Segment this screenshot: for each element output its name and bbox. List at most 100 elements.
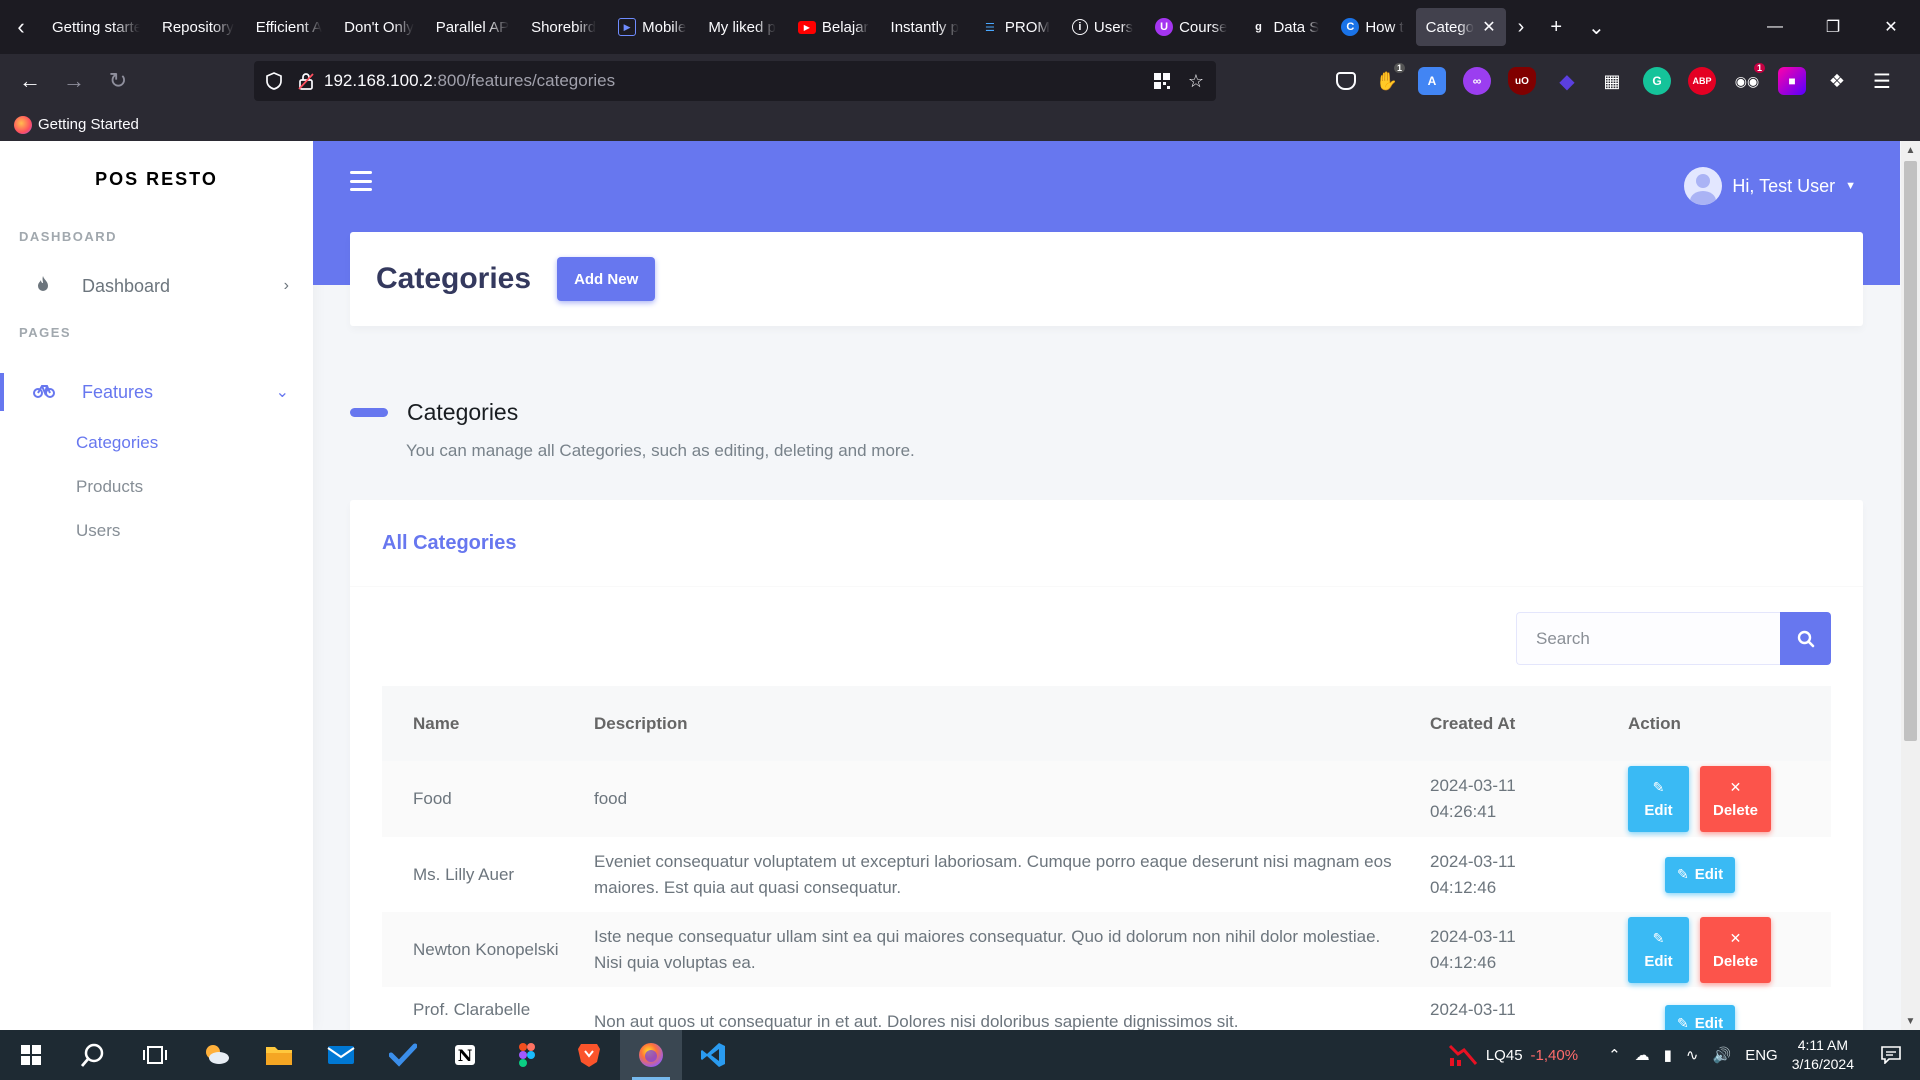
cell-name: Newton Konopelski [413, 939, 559, 959]
stock-widget[interactable]: LQ45 -1,40% [1448, 1042, 1578, 1068]
extension-diamond-icon[interactable]: ◆ [1553, 67, 1581, 95]
tab-label: Repository [162, 18, 234, 36]
battery-icon[interactable]: ▮ [1664, 1046, 1672, 1064]
adblock-plus-icon[interactable]: ABP [1688, 67, 1716, 95]
hamburger-menu-icon[interactable] [350, 171, 372, 191]
brand-logo[interactable]: POS RESTO [0, 141, 313, 217]
user-dropdown[interactable]: Hi, Test User ▼ [1684, 167, 1856, 205]
scroll-up-icon[interactable]: ▲ [1901, 141, 1920, 159]
extension-glasses-icon[interactable]: ◉◉ 1 [1733, 63, 1765, 95]
task-view-icon[interactable] [124, 1030, 186, 1080]
chevron-down-icon: ⌄ [275, 384, 289, 401]
apps-grid-icon[interactable]: ▦ [1598, 67, 1626, 95]
minimize-icon[interactable]: — [1746, 0, 1804, 54]
sidebar-subitem-categories[interactable]: Categories [0, 421, 313, 465]
extensions-puzzle-icon[interactable]: ❖ [1823, 67, 1851, 95]
notification-icon[interactable] [1876, 1046, 1906, 1064]
edit-icon: ✎ [1652, 779, 1665, 795]
edit-button[interactable]: ✎ Edit [1628, 766, 1689, 832]
browser-tab[interactable]: ▶ Mobile [608, 8, 696, 46]
browser-tab[interactable]: ☰ PROM [971, 8, 1060, 46]
ublock-icon[interactable]: uO [1508, 67, 1536, 95]
browser-tab[interactable]: ●Efficient A [246, 8, 332, 46]
edit-button[interactable]: ✎ Edit [1665, 1005, 1736, 1031]
restore-icon[interactable]: ❐ [1804, 0, 1862, 54]
cell-time: 04:12:46 [1430, 877, 1497, 897]
browser-tab[interactable]: i Users [1062, 8, 1143, 46]
delete-button[interactable]: ✕ Delete [1700, 916, 1771, 983]
browser-tab[interactable]: ●Repository [152, 8, 244, 46]
start-icon[interactable] [0, 1030, 62, 1080]
extension-gradient-icon[interactable]: ■ [1778, 67, 1806, 95]
insecure-lock-icon[interactable] [296, 71, 316, 91]
delete-button[interactable]: ✕ Delete [1700, 766, 1771, 832]
extension-purple-icon[interactable]: ∞ [1463, 67, 1491, 95]
stock-symbol: LQ45 [1485, 1046, 1523, 1064]
brave-icon[interactable] [558, 1030, 620, 1080]
chevron-up-icon[interactable]: ⌃ [1608, 1046, 1621, 1064]
todo-icon[interactable] [372, 1030, 434, 1080]
scroll-thumb[interactable] [1904, 161, 1917, 741]
close-window-icon[interactable]: ✕ [1862, 0, 1920, 54]
search-button[interactable] [1780, 612, 1831, 665]
mail-icon[interactable] [310, 1030, 372, 1080]
browser-tab[interactable]: ●My liked p [698, 8, 786, 46]
file-explorer-icon[interactable] [248, 1030, 310, 1080]
browser-tab[interactable]: C How t [1331, 8, 1413, 46]
vscode-icon[interactable] [682, 1030, 744, 1080]
bookmark-getting-started[interactable]: Getting Started [38, 116, 139, 133]
sidebar-item-features[interactable]: Features ⌄ [0, 363, 313, 421]
browser-tab[interactable]: ●Parallel AP [426, 8, 519, 46]
list-all-tabs-icon[interactable]: ⌄ [1588, 15, 1605, 40]
qr-code-icon[interactable] [1152, 71, 1172, 91]
tab-strip: ●Getting started●Repository●Efficient A●… [42, 0, 1508, 54]
extension-hand-icon[interactable]: ✋ 1 [1373, 63, 1405, 95]
firefox-taskbar-icon[interactable] [620, 1030, 682, 1080]
url-bar[interactable]: 192.168.100.2:800/features/categories ☆ [254, 61, 1216, 101]
weather-app-icon[interactable] [186, 1030, 248, 1080]
close-tab-icon[interactable]: ✕ [1482, 17, 1495, 37]
search-input[interactable] [1516, 612, 1780, 665]
search-icon [1797, 630, 1814, 647]
browser-tab[interactable]: ●Instantly p [881, 8, 969, 46]
browser-tab[interactable]: g Data S [1239, 8, 1329, 46]
edit-button[interactable]: ✎ Edit [1665, 856, 1736, 893]
bookmark-star-icon[interactable]: ☆ [1188, 71, 1204, 92]
new-tab-icon[interactable]: + [1550, 16, 1562, 39]
volume-icon[interactable]: 🔊 [1713, 1046, 1732, 1064]
sidebar-subitem-products[interactable]: Products [0, 465, 313, 509]
onedrive-icon[interactable]: ☁ [1635, 1046, 1650, 1064]
browser-tab[interactable]: ▶ Belajar [788, 8, 879, 46]
table-row: Newton Konopelski Iste neque consequatur… [382, 912, 1831, 987]
language-indicator[interactable]: ENG [1745, 1047, 1778, 1064]
tab-list-back-icon[interactable]: ‹ [0, 0, 42, 54]
forward-icon[interactable]: → [52, 59, 96, 103]
pocket-icon[interactable] [1336, 72, 1356, 90]
reload-icon[interactable]: ↻ [96, 59, 140, 103]
page-scrollbar[interactable]: ▲ ▼ [1901, 141, 1920, 1030]
scroll-down-icon[interactable]: ▼ [1901, 1012, 1920, 1030]
tab-scroll-right-icon[interactable]: › [1518, 16, 1525, 39]
wifi-icon[interactable]: ∿ [1686, 1046, 1699, 1064]
notion-icon[interactable]: N [434, 1030, 496, 1080]
edit-icon: ✎ [1677, 1014, 1689, 1031]
sidebar-item-dashboard[interactable]: Dashboard › [0, 257, 313, 315]
add-new-button[interactable]: Add New [557, 257, 656, 301]
figma-icon[interactable] [496, 1030, 558, 1080]
translate-icon[interactable]: A [1418, 67, 1446, 95]
browser-tab[interactable]: ●Getting started [42, 8, 150, 46]
clock[interactable]: 4:11 AM 3/16/2024 [1792, 1036, 1854, 1074]
back-icon[interactable]: ← [8, 59, 52, 103]
browser-tab[interactable]: ●Shorebird [521, 8, 606, 46]
sidebar-subitem-users[interactable]: Users [0, 509, 313, 553]
shield-icon[interactable] [264, 71, 284, 91]
window-controls: — ❐ ✕ [1746, 0, 1920, 54]
browser-tab[interactable]: Categories ✕ [1415, 8, 1506, 46]
edit-button[interactable]: ✎ Edit [1628, 916, 1689, 983]
categories-table: Name Description Created At Action Food … [382, 686, 1831, 1030]
browser-tab[interactable]: ●Don't Only [334, 8, 424, 46]
search-icon[interactable] [62, 1030, 124, 1080]
grammarly-icon[interactable]: G [1643, 67, 1671, 95]
browser-tab[interactable]: U Course [1145, 8, 1237, 46]
app-menu-icon[interactable]: ☰ [1868, 67, 1896, 95]
